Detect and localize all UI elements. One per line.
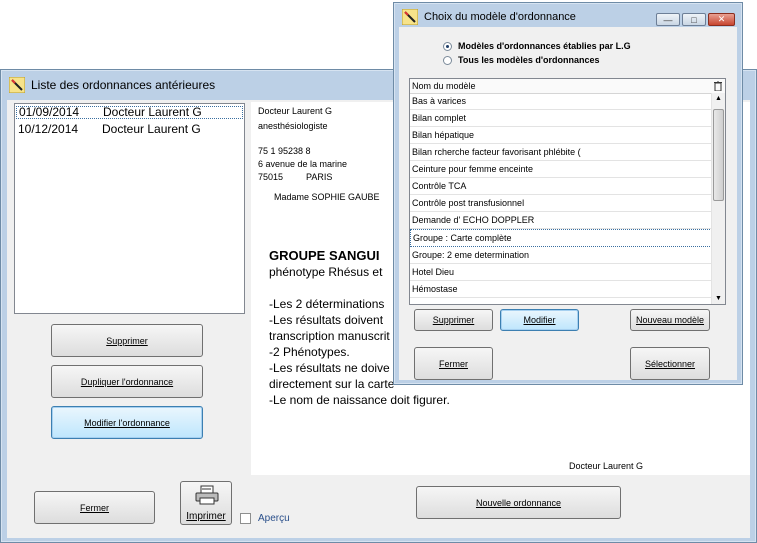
scroll-up-icon[interactable]: ▲ — [715, 95, 722, 102]
list-item[interactable]: Hotel Dieu — [410, 264, 712, 281]
list-item[interactable]: Groupe : Carte complète — [410, 229, 712, 247]
preview-id-number: 75 1 95238 8 — [258, 146, 311, 156]
preview-postal: 75015 — [258, 172, 284, 182]
preview-doctor-name: Docteur Laurent G — [258, 106, 333, 116]
scroll-down-icon[interactable]: ▼ — [715, 295, 722, 302]
list-item-doctor: Docteur Laurent G — [103, 105, 202, 119]
dialog-modifier-button[interactable]: Modifier — [500, 309, 579, 331]
modifier-ordonnance-button[interactable]: Modifier l'ordonnance — [51, 406, 203, 439]
radio-all-models-label: Tous les modèles d'ordonnances — [458, 55, 600, 65]
column-header-label: Nom du modèle — [412, 81, 476, 91]
model-items: Bas à varices Bilan complet Bilan hépati… — [410, 93, 712, 298]
imprimer-button[interactable]: Imprimer — [180, 481, 232, 525]
scroll-thumb[interactable] — [713, 109, 724, 201]
model-list[interactable]: Nom du modèle Bas à varices Bilan comple… — [409, 78, 726, 305]
list-item[interactable]: Groupe: 2 eme determination — [410, 247, 712, 264]
dupliquer-button[interactable]: Dupliquer l'ordonnance — [51, 365, 203, 398]
list-item[interactable]: Bilan complet — [410, 110, 712, 127]
preview-line: transcription manuscrit — [269, 329, 390, 343]
selectionner-button[interactable]: Sélectionner — [630, 347, 710, 380]
apercu-checkbox[interactable] — [240, 513, 251, 524]
imprimer-label: Imprimer — [186, 511, 226, 522]
column-header[interactable]: Nom du modèle — [410, 79, 725, 94]
preview-line: phénotype Rhésus et — [269, 265, 383, 279]
list-item[interactable]: Ceinture pour femme enceinte — [410, 161, 712, 178]
preview-line: directement sur la carte — [269, 377, 395, 391]
list-item[interactable]: 01/09/2014 Docteur Laurent G — [16, 106, 243, 119]
preview-signature: Docteur Laurent G — [569, 461, 644, 471]
radio-all-models-button[interactable] — [443, 55, 452, 65]
pen-icon — [402, 9, 418, 25]
preview-line: -Les résultats ne doive — [269, 361, 390, 375]
list-item[interactable]: Hémostase — [410, 281, 712, 298]
minimize-icon[interactable]: — — [656, 13, 680, 26]
main-window-title: Liste des ordonnances antérieures — [31, 78, 216, 92]
ordonnance-list[interactable]: 01/09/2014 Docteur Laurent G 10/12/2014 … — [14, 103, 245, 314]
supprimer-button[interactable]: Supprimer — [51, 324, 203, 357]
list-item[interactable]: Contrôle post transfusionnel — [410, 195, 712, 212]
nouvelle-ordonnance-button[interactable]: Nouvelle ordonnance — [416, 486, 621, 519]
preview-line: -2 Phénotypes. — [269, 345, 350, 359]
maximize-icon[interactable]: □ — [682, 13, 706, 26]
list-item[interactable]: Demande d' ECHO DOPPLER — [410, 212, 712, 229]
printer-icon — [195, 485, 219, 508]
radio-all-models[interactable]: Tous les modèles d'ordonnances — [443, 55, 600, 65]
list-item[interactable]: Contrôle TCA — [410, 178, 712, 195]
dialog-fermer-button[interactable]: Fermer — [414, 347, 493, 380]
close-icon[interactable]: ✕ — [708, 13, 735, 26]
dialog-supprimer-button[interactable]: Supprimer — [414, 309, 493, 331]
preview-heading: GROUPE SANGUI — [269, 248, 380, 263]
model-dialog: Choix du modèle d'ordonnance — □ ✕ Modèl… — [393, 2, 743, 385]
radio-own-models-button[interactable] — [443, 41, 452, 51]
list-item-date: 10/12/2014 — [18, 122, 79, 136]
dialog-title: Choix du modèle d'ordonnance — [424, 11, 576, 23]
fermer-button[interactable]: Fermer — [34, 491, 155, 524]
preview-city: PARIS — [306, 172, 333, 182]
radio-own-models-label: Modèles d'ordonnances établies par L.G — [458, 41, 631, 51]
list-item-date: 01/09/2014 — [19, 105, 80, 119]
preview-line: -Le nom de naissance doit figurer. — [269, 393, 450, 407]
nouveau-modele-button[interactable]: Nouveau modèle — [630, 309, 710, 331]
list-item[interactable]: Bilan rcherche facteur favorisant phlébi… — [410, 144, 712, 161]
pen-icon — [9, 77, 25, 93]
preview-line: -Les résultats doivent — [269, 313, 384, 327]
radio-own-models[interactable]: Modèles d'ordonnances établies par L.G — [443, 41, 631, 51]
apercu-label: Aperçu — [258, 513, 290, 524]
list-item[interactable]: 10/12/2014 Docteur Laurent G — [15, 122, 244, 136]
dialog-client: Modèles d'ordonnances établies par L.G T… — [399, 27, 737, 380]
preview-specialty: anesthésiologiste — [258, 121, 328, 131]
preview-patient: Madame SOPHIE GAUBE — [274, 192, 380, 202]
list-item[interactable]: Bas à varices — [410, 93, 712, 110]
list-item[interactable]: Bilan hépatique — [410, 127, 712, 144]
list-item-doctor: Docteur Laurent G — [102, 122, 201, 136]
preview-line: -Les 2 déterminations — [269, 297, 385, 311]
vertical-scrollbar[interactable]: ▲ ▼ — [711, 93, 725, 304]
preview-address: 6 avenue de la marine — [258, 159, 348, 169]
